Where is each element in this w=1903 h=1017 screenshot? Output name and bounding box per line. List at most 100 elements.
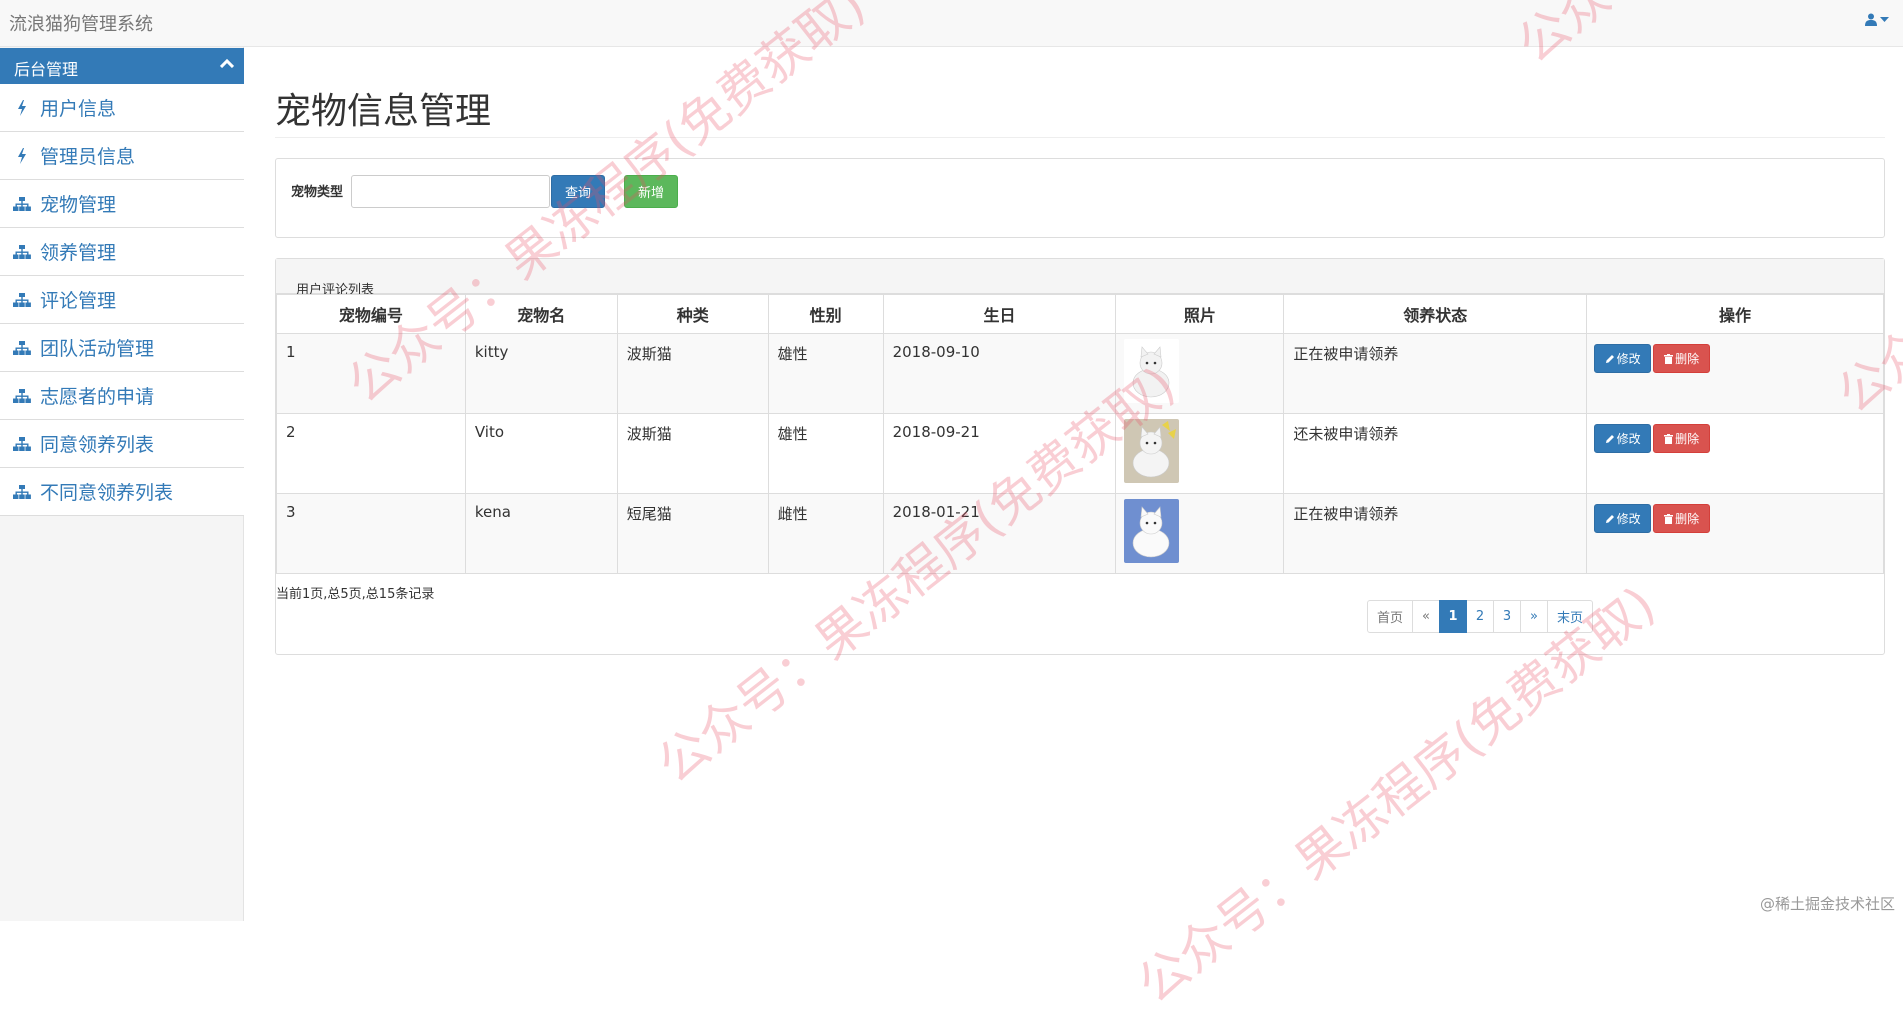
cell-name: kitty: [464, 333, 618, 414]
delete-label: 删除: [1675, 432, 1700, 446]
bolt-icon: [13, 99, 31, 116]
pagination: 首页 « 1 2 3 » 末页: [1367, 600, 1593, 633]
pet-photo: [1124, 339, 1180, 403]
add-button[interactable]: 新增: [624, 175, 678, 208]
sidebar-item-1[interactable]: 管理员信息: [0, 132, 244, 180]
pet-type-input[interactable]: [351, 175, 550, 208]
col-header-gender: 性别: [767, 294, 884, 334]
cell-birthday: 2018-01-21: [882, 493, 1117, 574]
trash-icon: [1664, 433, 1674, 444]
cell-gender: 雌性: [767, 493, 884, 574]
sidebar-menu: 用户信息管理员信息宠物管理领养管理评论管理团队活动管理 志愿者的申请 同意领养列表不…: [0, 84, 244, 516]
pet-photo: [1124, 419, 1180, 483]
table-row: 3 kena 短尾猫 雌性 2018-01-21 正在被申请领养 修改 删除: [276, 493, 1884, 574]
col-header-actions: 操作: [1586, 294, 1884, 334]
delete-button[interactable]: 删除: [1653, 344, 1711, 373]
user-menu[interactable]: [1865, 13, 1889, 26]
page-next[interactable]: »: [1520, 600, 1548, 633]
sidebar-item-label: 评论管理: [40, 290, 117, 312]
sitemap-icon: [13, 244, 31, 259]
cell-kind: 短尾猫: [616, 493, 769, 574]
col-header-id: 宠物编号: [276, 294, 466, 334]
edit-button[interactable]: 修改: [1594, 424, 1652, 453]
delete-button[interactable]: 删除: [1653, 424, 1711, 453]
sidebar-item-0[interactable]: 用户信息: [0, 84, 244, 132]
sidebar-item-label: 用户信息: [40, 98, 117, 120]
trash-icon: [1664, 353, 1674, 364]
sidebar-item-5[interactable]: 团队活动管理: [0, 324, 244, 372]
sitemap-icon: [13, 196, 31, 211]
pet-table-panel: 用户评论列表 宠物编号 宠物名 种类 性别 生日 照片 领养状态 操作 1 kit…: [275, 258, 1885, 655]
table-header-row: 宠物编号 宠物名 种类 性别 生日 照片 领养状态 操作: [276, 294, 1884, 334]
cell-status: 正在被申请领养: [1283, 493, 1588, 574]
page-1[interactable]: 1: [1439, 600, 1467, 633]
sidebar-item-6[interactable]: 志愿者的申请: [0, 372, 244, 420]
top-navbar: 流浪猫狗管理系统: [0, 0, 1903, 47]
page-3[interactable]: 3: [1493, 600, 1521, 633]
page-2[interactable]: 2: [1466, 600, 1494, 633]
sidebar-item-8[interactable]: 不同意领养列表: [0, 468, 244, 516]
col-header-status: 领养状态: [1283, 294, 1588, 334]
cell-gender: 雄性: [767, 413, 884, 494]
sidebar: 后台管理 用户信息管理员信息宠物管理领养管理评论管理团队活动管理 志愿者的申请 同意…: [0, 47, 244, 921]
sitemap-icon: [13, 388, 31, 403]
sitemap-icon: [13, 484, 31, 499]
col-header-birthday: 生日: [882, 294, 1117, 334]
page-last[interactable]: 末页: [1547, 600, 1593, 633]
user-icon: [1865, 13, 1877, 26]
sidebar-header-label: 后台管理: [14, 60, 79, 79]
edit-button[interactable]: 修改: [1594, 504, 1652, 533]
cell-birthday: 2018-09-10: [882, 333, 1117, 414]
sidebar-item-label: 不同意领养列表: [40, 482, 174, 504]
sidebar-item-7[interactable]: 同意领养列表: [0, 420, 244, 468]
sitemap-icon: [13, 340, 31, 355]
title-divider: [275, 137, 1885, 138]
cell-id: 2: [276, 413, 466, 494]
sidebar-item-4[interactable]: 评论管理: [0, 276, 244, 324]
page-prev[interactable]: «: [1412, 600, 1440, 633]
delete-label: 删除: [1675, 352, 1700, 366]
cell-kind: 波斯猫: [616, 333, 769, 414]
pencil-icon: [1605, 514, 1614, 523]
cell-actions: 修改 删除: [1586, 333, 1884, 414]
table-row: 2 Vito 波斯猫 雄性 2018-09-21 还未被申请领养 修改 删除: [276, 413, 1884, 494]
sidebar-item-2[interactable]: 宠物管理: [0, 180, 244, 228]
page-first[interactable]: 首页: [1367, 600, 1413, 633]
cell-kind: 波斯猫: [616, 413, 769, 494]
sitemap-icon: [13, 436, 31, 451]
panel-heading: 用户评论列表: [276, 259, 1884, 298]
sidebar-item-label: 管理员信息: [40, 146, 136, 168]
edit-label: 修改: [1616, 432, 1641, 446]
cell-actions: 修改 删除: [1586, 413, 1884, 494]
edit-label: 修改: [1616, 352, 1641, 366]
page-summary: 当前1页,总5页,总15条记录: [276, 587, 435, 602]
sidebar-header[interactable]: 后台管理: [0, 48, 244, 84]
delete-button[interactable]: 删除: [1653, 504, 1711, 533]
chevron-up-icon: [220, 58, 234, 68]
sidebar-item-label: 领养管理: [40, 242, 117, 264]
cell-photo: [1115, 413, 1285, 494]
app-title[interactable]: 流浪猫狗管理系统: [9, 10, 153, 36]
pet-photo: [1124, 499, 1180, 563]
cell-id: 1: [276, 333, 466, 414]
bolt-icon: [13, 147, 31, 164]
edit-label: 修改: [1616, 512, 1641, 526]
query-button[interactable]: 查询: [551, 175, 605, 208]
sidebar-item-label: 志愿者的申请: [40, 386, 155, 408]
table-row: 1 kitty 波斯猫 雄性 2018-09-10 正在被申请领养 修改 删除: [276, 333, 1884, 414]
sitemap-icon: [13, 292, 31, 307]
col-header-kind: 种类: [616, 294, 769, 334]
cell-id: 3: [276, 493, 466, 574]
edit-button[interactable]: 修改: [1594, 344, 1652, 373]
sidebar-item-label: 同意领养列表: [40, 434, 155, 456]
cell-name: kena: [464, 493, 618, 574]
sidebar-item-label: 团队活动管理: [40, 338, 155, 360]
credit-text: @稀土掘金技术社区: [1759, 895, 1895, 913]
col-header-photo: 照片: [1115, 294, 1285, 334]
pet-type-label: 宠物类型: [291, 185, 344, 200]
cell-status: 正在被申请领养: [1283, 333, 1588, 414]
cell-photo: [1115, 333, 1285, 414]
cell-birthday: 2018-09-21: [882, 413, 1117, 494]
sidebar-item-3[interactable]: 领养管理: [0, 228, 244, 276]
sidebar-item-label: 宠物管理: [40, 194, 117, 216]
